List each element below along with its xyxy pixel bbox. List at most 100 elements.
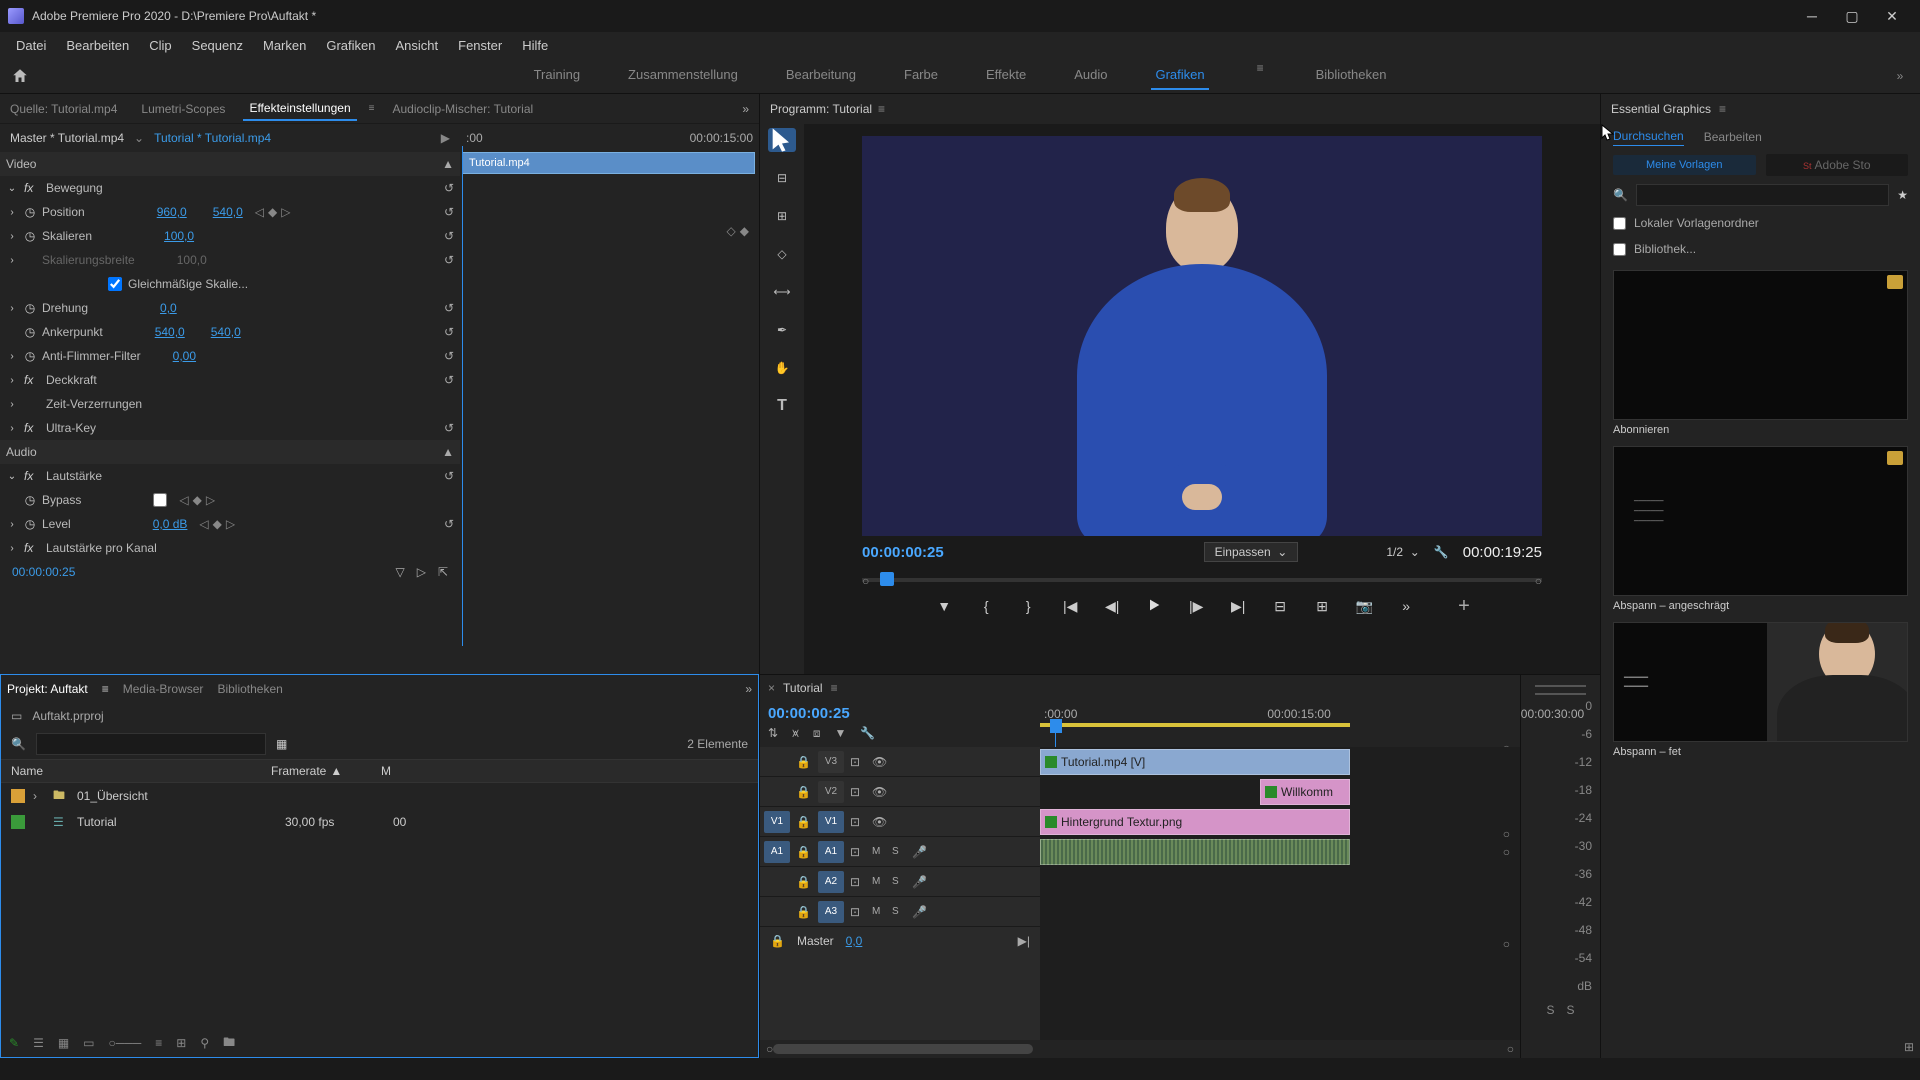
wrench-icon[interactable]: 🔧 (1434, 545, 1449, 559)
stopwatch-icon[interactable]: ◷ (24, 325, 36, 339)
timeline-timecode[interactable]: 00:00:00:25 (768, 705, 1032, 722)
master-lock-icon[interactable]: 🔒 (770, 934, 785, 948)
track-handle-icon[interactable]: ○ (1503, 845, 1510, 859)
bin-name[interactable]: 01_Übersicht (77, 789, 277, 803)
twirl-icon[interactable]: ⌄ (6, 183, 18, 194)
tab-audio-mixer[interactable]: Audioclip-Mischer: Tutorial (386, 98, 539, 120)
project-seq-row[interactable]: ☰ Tutorial 30,00 fps 00 (1, 809, 758, 835)
fit-dropdown[interactable]: Einpassen ⌄ (1204, 542, 1299, 562)
prev-kf-icon[interactable]: ◁ (255, 205, 264, 219)
mute-icon[interactable]: M (872, 876, 886, 887)
track-v2-header[interactable]: 🔒V2⊡👁 (760, 777, 1040, 807)
go-to-out-icon[interactable]: ▶| (1228, 598, 1248, 615)
ec-bypass-checkbox[interactable] (153, 493, 167, 507)
menu-ansicht[interactable]: Ansicht (387, 36, 446, 55)
wrench-icon[interactable]: 🔧 (860, 726, 875, 741)
next-kf-icon[interactable]: ▷ (226, 517, 235, 531)
transport-overflow-icon[interactable]: » (1396, 598, 1416, 614)
workspace-bearbeitung[interactable]: Bearbeitung (782, 61, 860, 90)
solo-left[interactable]: S (1546, 1003, 1554, 1017)
mark-out-icon[interactable]: } (1018, 598, 1038, 614)
sync-lock-icon[interactable]: ⊡ (850, 905, 866, 919)
clip-a1[interactable] (1040, 839, 1350, 865)
kf-diamond-icon[interactable]: ◆ (740, 224, 749, 238)
project-bin-row[interactable]: › 🖿 01_Übersicht (1, 783, 758, 809)
workspace-zusammenstellung[interactable]: Zusammenstellung (624, 61, 742, 90)
eg-local-checkbox[interactable] (1613, 217, 1626, 230)
sync-lock-icon[interactable]: ⊡ (850, 755, 866, 769)
stopwatch-icon[interactable]: ◷ (24, 517, 36, 531)
track-v3-header[interactable]: 🔒V3⊡👁 (760, 747, 1040, 777)
tabs-overflow[interactable]: » (745, 682, 752, 696)
eye-icon[interactable]: 👁 (872, 815, 888, 829)
lock-icon[interactable]: 🔒 (796, 875, 812, 889)
ec-anti-v[interactable]: 0,00 (173, 349, 196, 363)
reset-icon[interactable]: ↺ (444, 253, 454, 267)
workspace-grafiken[interactable]: Grafiken (1151, 61, 1208, 90)
prev-kf-icon[interactable]: ◁ (179, 493, 188, 507)
ec-clip-bar[interactable]: Tutorial.mp4 (462, 152, 755, 174)
chevron-down-icon[interactable]: ⌄ (134, 131, 144, 145)
reset-icon[interactable]: ↺ (444, 205, 454, 219)
clip-v3[interactable]: Tutorial.mp4 [V] (1040, 749, 1350, 775)
tabs-overflow[interactable]: » (736, 102, 755, 116)
project-search-input[interactable] (36, 733, 266, 755)
workspace-audio[interactable]: Audio (1070, 61, 1111, 90)
stopwatch-icon[interactable]: ◷ (24, 493, 36, 507)
step-back-icon[interactable]: ◀| (1102, 598, 1122, 615)
panel-menu-icon[interactable]: ≡ (369, 103, 375, 114)
sync-lock-icon[interactable]: ⊡ (850, 785, 866, 799)
col-name[interactable]: Name (11, 764, 261, 778)
lock-icon[interactable]: 🔒 (796, 815, 812, 829)
play-only-icon[interactable]: ▷ (417, 565, 426, 579)
eg-adobe-stock-button[interactable]: St Adobe Sto (1766, 154, 1909, 176)
workspace-menu-icon[interactable]: ≡ (1249, 61, 1272, 90)
storyboard-icon[interactable]: ▦ (276, 737, 287, 751)
hand-tool-icon[interactable]: ✋ (768, 356, 796, 380)
next-kf-icon[interactable]: ▷ (281, 205, 290, 219)
tab-effect-controls[interactable]: Effekteinstellungen (243, 97, 356, 121)
menu-marken[interactable]: Marken (255, 36, 314, 55)
panel-menu-icon[interactable]: ≡ (102, 682, 109, 696)
workspace-bibliotheken[interactable]: Bibliotheken (1312, 61, 1391, 90)
program-playhead[interactable] (880, 572, 894, 586)
ec-pos-x[interactable]: 960,0 (157, 205, 187, 219)
reset-icon[interactable]: ↺ (444, 229, 454, 243)
ec-skal-v[interactable]: 100,0 (164, 229, 194, 243)
timeline-playhead[interactable] (1050, 719, 1062, 733)
track-target-a2[interactable]: A2 (818, 871, 844, 893)
lock-icon[interactable]: 🔒 (796, 905, 812, 919)
twirl-icon[interactable]: › (6, 207, 18, 218)
twirl-icon[interactable]: › (33, 789, 45, 803)
insert-overwrite-icon[interactable]: ⇅ (768, 726, 778, 741)
twirl-icon[interactable]: › (6, 231, 18, 242)
stopwatch-icon[interactable]: ◷ (24, 349, 36, 363)
lock-icon[interactable]: 🔒 (796, 785, 812, 799)
favorites-icon[interactable]: ★ (1897, 188, 1908, 202)
menu-sequenz[interactable]: Sequenz (184, 36, 251, 55)
col-framerate[interactable]: Framerate (271, 764, 326, 778)
add-kf-icon[interactable]: ◆ (268, 205, 277, 219)
pen-tool-icon[interactable]: ✒ (768, 318, 796, 342)
eye-icon[interactable]: 👁 (872, 785, 888, 799)
fx-badge[interactable]: fx (24, 373, 40, 387)
twirl-icon[interactable]: › (6, 543, 18, 554)
list-view-icon[interactable]: ☰ (33, 1036, 44, 1050)
marker-icon[interactable]: ▼ (834, 726, 846, 741)
twirl-icon[interactable]: ⌄ (6, 471, 18, 482)
add-button-icon[interactable]: + (1458, 595, 1470, 618)
menu-hilfe[interactable]: Hilfe (514, 36, 556, 55)
sync-lock-icon[interactable]: ⊡ (850, 845, 866, 859)
automate-icon[interactable]: ⊞ (176, 1036, 186, 1050)
prev-kf-icon[interactable]: ◁ (199, 517, 208, 531)
go-to-in-icon[interactable]: |◀ (1060, 598, 1080, 615)
ec-level-v[interactable]: 0,0 dB (153, 517, 188, 531)
add-kf-icon[interactable]: ◆ (193, 493, 202, 507)
add-marker-icon[interactable]: ▼ (934, 598, 954, 614)
source-patch-a1[interactable]: A1 (764, 841, 790, 863)
collapse-up-icon[interactable]: ▲ (442, 157, 454, 171)
rotate-icon[interactable]: ◇ (768, 242, 796, 266)
work-area-bar[interactable] (1040, 723, 1350, 727)
eg-library-checkbox[interactable] (1613, 243, 1626, 256)
sequence-tab[interactable]: Tutorial (783, 681, 823, 695)
